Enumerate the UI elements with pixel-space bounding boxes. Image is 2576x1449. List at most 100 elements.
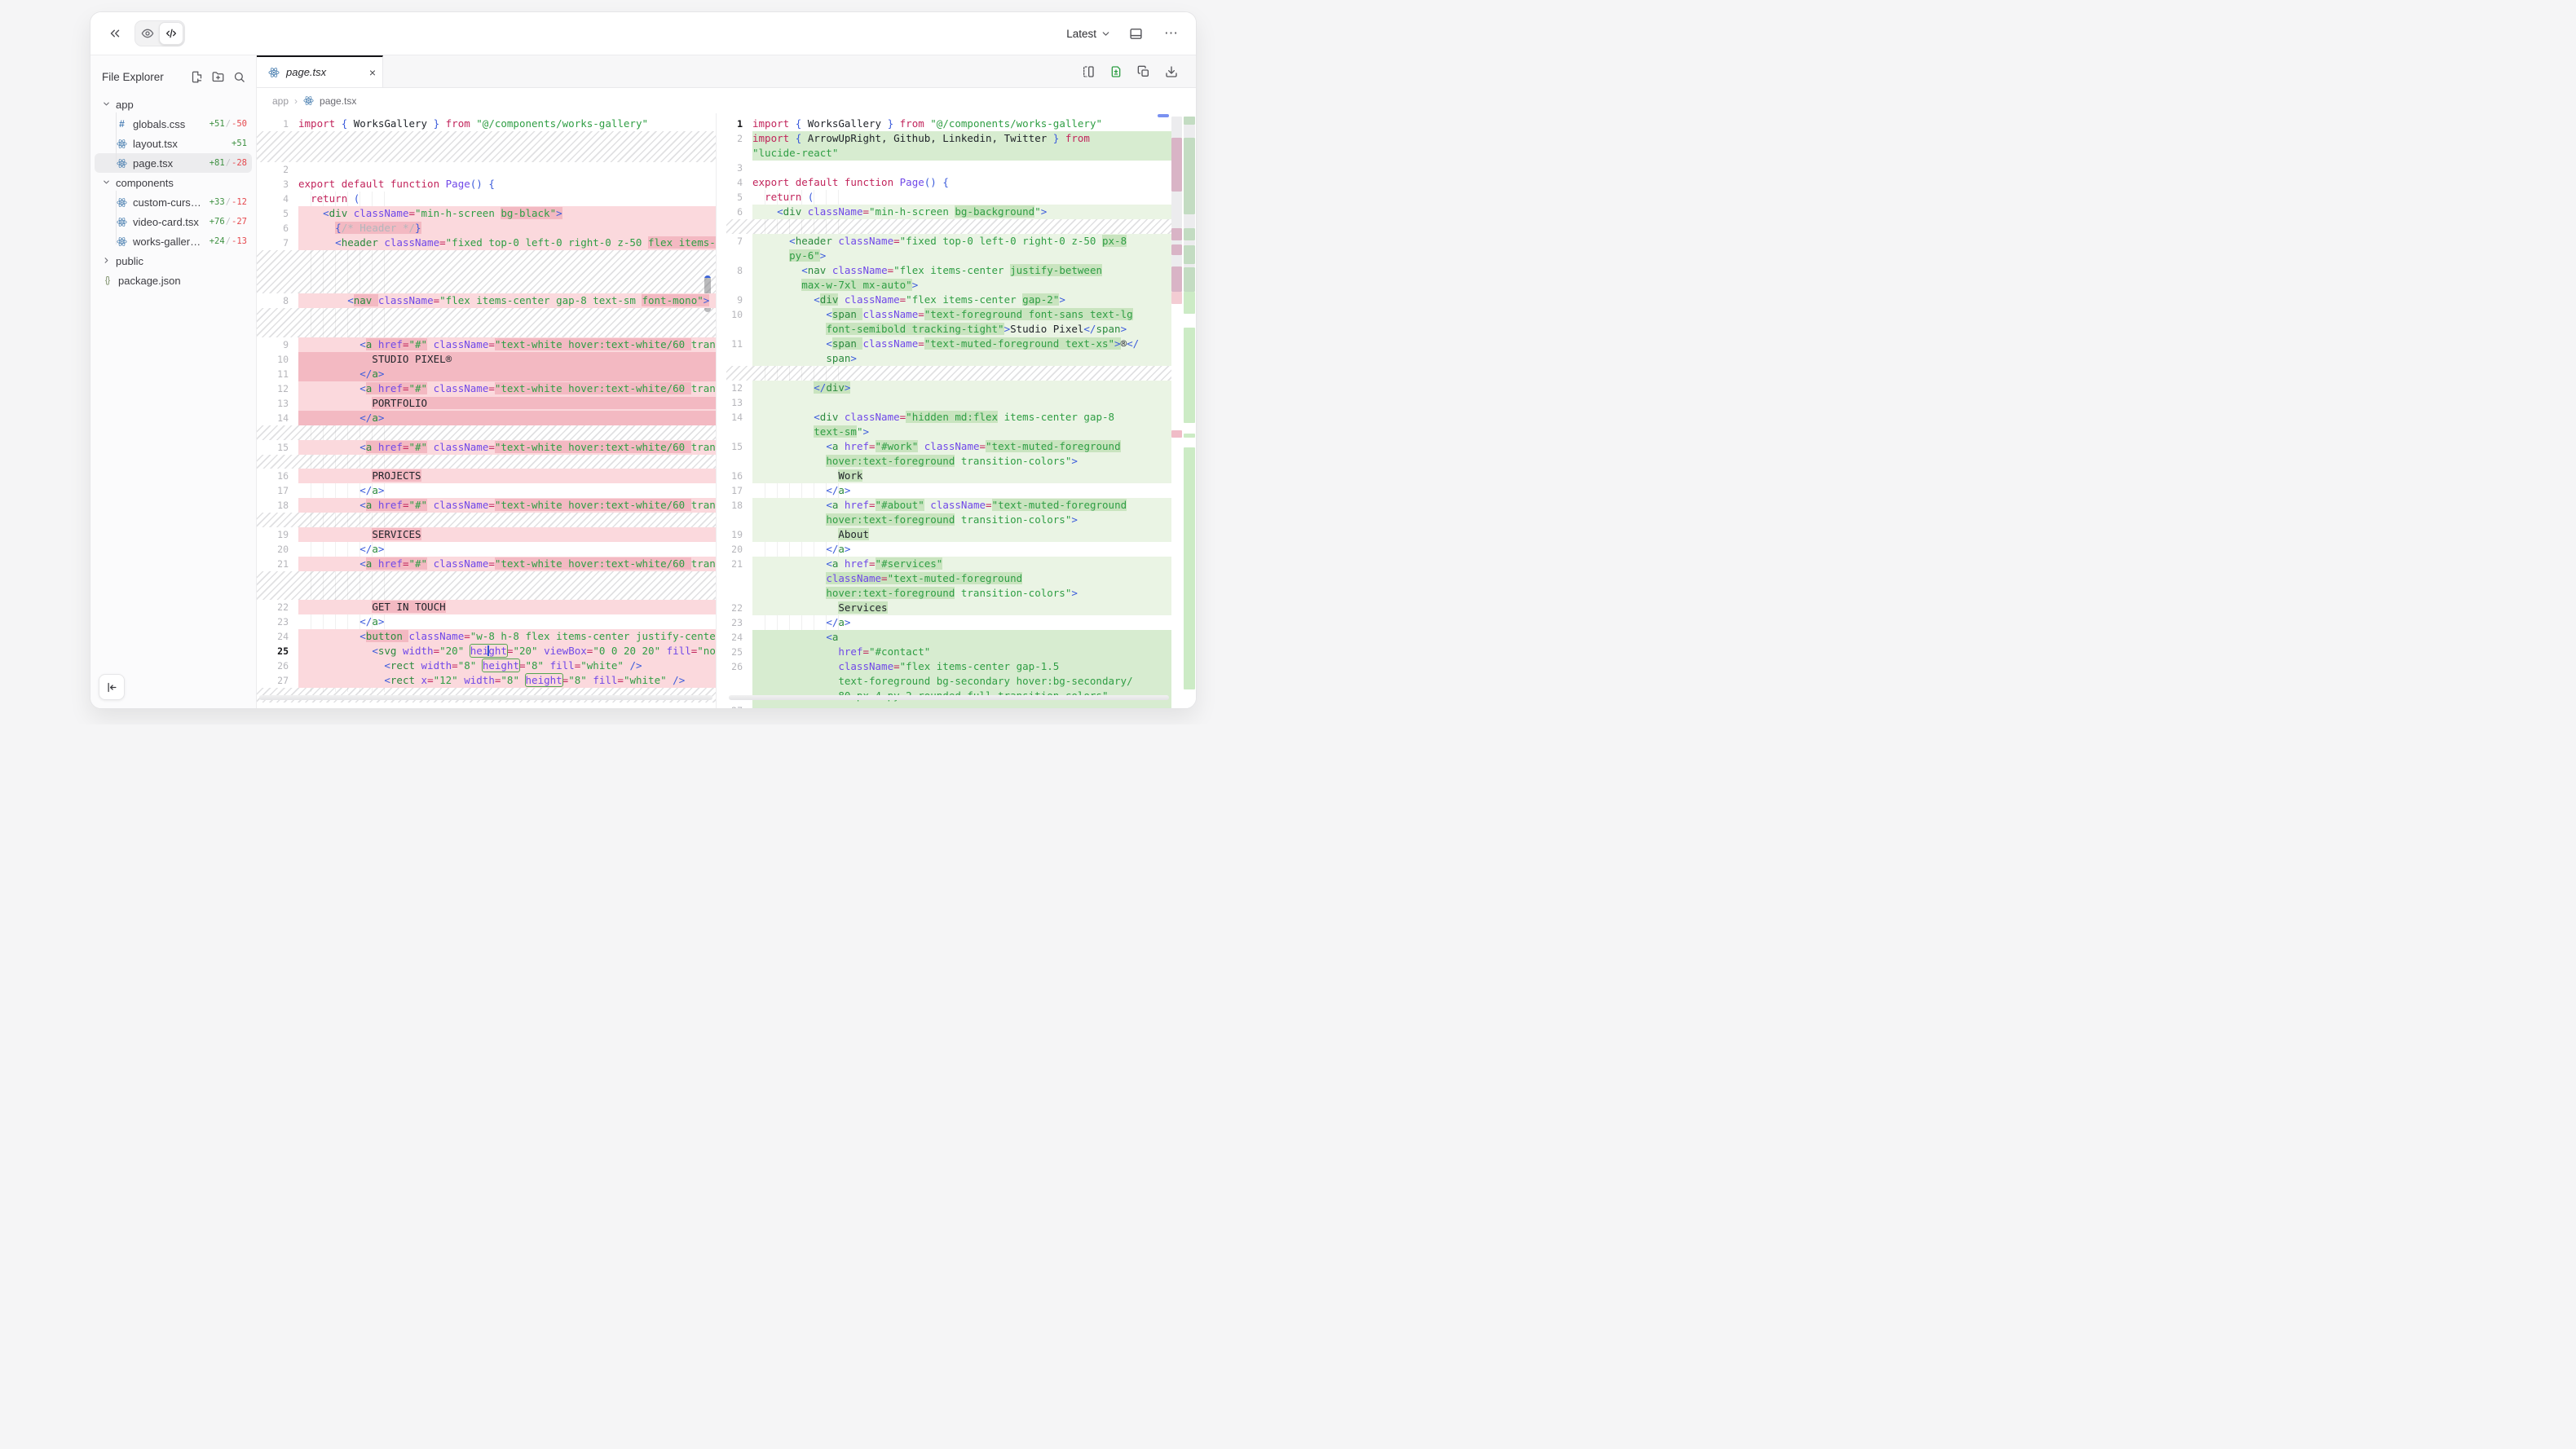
sidebar-item-components[interactable]: components	[95, 173, 252, 192]
new-file-button[interactable]	[187, 68, 205, 86]
code-line[interactable]: 2import { ArrowUpRight, Github, Linkedin…	[726, 131, 1171, 146]
sidebar-item-page.tsx[interactable]: page.tsx+81/-28	[95, 153, 252, 173]
code-line[interactable]: 4export default function Page() {	[726, 175, 1171, 190]
code-line[interactable]: 16 Work	[726, 469, 1171, 483]
search-button[interactable]	[230, 68, 248, 86]
code-line[interactable]: 3export default function Page() {	[257, 177, 716, 192]
right-pane-hscrollbar[interactable]	[729, 695, 1169, 700]
code-line[interactable]: 13 PORTFOLIO	[257, 396, 716, 411]
diff-map-block	[1171, 228, 1182, 240]
copy-code-button[interactable]	[1132, 60, 1155, 83]
code-line[interactable]: 8 <nav className="flex items-center just…	[726, 263, 1171, 278]
code-line[interactable]: 19 SERVICES	[257, 527, 716, 542]
code-line[interactable]: 27 <rect x="12" width="8" height="8" fil…	[257, 673, 716, 688]
code-line[interactable]: 21 <a href="#services"	[726, 557, 1171, 571]
code-line[interactable]: 27 >	[726, 703, 1171, 708]
code-line[interactable]: 7 <header className="fixed top-0 left-0 …	[726, 234, 1171, 249]
sidebar-item-layout.tsx[interactable]: layout.tsx+51	[95, 134, 252, 153]
sidebar-item-works-galler-[interactable]: works-galler…+24/-13	[95, 231, 252, 251]
code-line[interactable]: text-sm">	[726, 425, 1171, 439]
code-line[interactable]: 10 STUDIO PIXEL®	[257, 352, 716, 367]
code-line[interactable]: 23 </a>	[257, 614, 716, 629]
code-line[interactable]: 6 {/* Header */}	[257, 221, 716, 236]
diff-view-button[interactable]	[1105, 60, 1127, 83]
code-line[interactable]: 7 <header className="fixed top-0 left-0 …	[257, 236, 716, 250]
code-line[interactable]: 14 </a>	[257, 411, 716, 425]
code-line[interactable]: 22 Services	[726, 601, 1171, 615]
code-line[interactable]: 15 <a href="#work" className="text-muted…	[726, 439, 1171, 454]
code-line[interactable]: className="text-muted-foreground	[726, 571, 1171, 586]
code-line[interactable]: 20 </a>	[726, 542, 1171, 557]
preview-toggle-button[interactable]	[136, 23, 159, 44]
more-options-button[interactable]: ⋯	[1160, 22, 1183, 45]
line-number: 14	[257, 411, 298, 425]
tab-close-icon[interactable]: ×	[369, 66, 376, 79]
version-selector[interactable]: Latest	[1066, 28, 1111, 40]
panel-layout-button[interactable]	[1124, 22, 1147, 45]
left-pane-hscrollbar[interactable]	[259, 695, 712, 700]
code-line[interactable]: hover:text-foreground transition-colors"…	[726, 454, 1171, 469]
code-line[interactable]: span>	[726, 351, 1171, 366]
code-line[interactable]: 26 className="flex items-center gap-1.5	[726, 659, 1171, 674]
code-line[interactable]: 15 <a href="#" className="text-white hov…	[257, 440, 716, 455]
code-line[interactable]: 5 <div className="min-h-screen bg-black"…	[257, 206, 716, 221]
code-line[interactable]: 11 <span className="text-muted-foregroun…	[726, 337, 1171, 351]
code-line[interactable]: max-w-7xl mx-auto">	[726, 278, 1171, 293]
split-view-button[interactable]	[1077, 60, 1100, 83]
code-line[interactable]: 6 <div className="min-h-screen bg-backgr…	[726, 205, 1171, 219]
code-line[interactable]: 4 return (	[257, 192, 716, 206]
code-line[interactable]: 10 <span className="text-foreground font…	[726, 307, 1171, 322]
breadcrumb-folder[interactable]: app	[272, 95, 289, 107]
collapse-panel-button[interactable]	[99, 674, 125, 700]
code-line[interactable]: 20 </a>	[257, 542, 716, 557]
diff-map-block	[1171, 192, 1182, 228]
code-line[interactable]: 9 <div className="flex items-center gap-…	[726, 293, 1171, 307]
tab-page-tsx[interactable]: page.tsx ×	[257, 55, 383, 87]
code-line[interactable]: 18 <a href="#" className="text-white hov…	[257, 498, 716, 513]
download-button[interactable]	[1160, 60, 1183, 83]
code-line[interactable]: 8 <nav className="flex items-center gap-…	[257, 293, 716, 308]
sidebar-item-custom-curs-[interactable]: custom-curs…+33/-12	[95, 192, 252, 212]
code-line[interactable]: 17 </a>	[726, 483, 1171, 498]
code-line[interactable]: 21 <a href="#" className="text-white hov…	[257, 557, 716, 571]
code-line[interactable]: 5 return (	[726, 190, 1171, 205]
sidebar-item-app[interactable]: app	[95, 95, 252, 114]
code-line[interactable]: 26 <rect width="8" height="8" fill="whit…	[257, 658, 716, 673]
code-line[interactable]: 18 <a href="#about" className="text-mute…	[726, 498, 1171, 513]
code-line[interactable]: font-semibold tracking-tight">Studio Pix…	[726, 322, 1171, 337]
code-line[interactable]: hover:text-foreground transition-colors"…	[726, 513, 1171, 527]
code-line[interactable]: text-foreground bg-secondary hover:bg-se…	[726, 674, 1171, 689]
code-line[interactable]: 9 <a href="#" className="text-white hove…	[257, 337, 716, 352]
code-line[interactable]: hover:text-foreground transition-colors"…	[726, 586, 1171, 601]
code-line[interactable]: 16 PROJECTS	[257, 469, 716, 483]
code-line[interactable]: 1import { WorksGallery } from "@/compone…	[257, 117, 716, 131]
code-line[interactable]: 1import { WorksGallery } from "@/compone…	[726, 117, 1171, 131]
code-line[interactable]: "lucide-react"	[726, 146, 1171, 161]
code-line[interactable]: 25 href="#contact"	[726, 645, 1171, 659]
code-line[interactable]: py-6">	[726, 249, 1171, 263]
code-line[interactable]: 14 <div className="hidden md:flex items-…	[726, 410, 1171, 425]
code-line[interactable]: 11 </a>	[257, 367, 716, 381]
sidebar-item-globals.css[interactable]: #globals.css+51/-50	[95, 114, 252, 134]
code-line[interactable]: 13	[726, 395, 1171, 410]
code-line[interactable]: 17 </a>	[257, 483, 716, 498]
diff-pane-original[interactable]: 1import { WorksGallery } from "@/compone…	[257, 113, 717, 708]
sidebar-item-public[interactable]: public	[95, 251, 252, 271]
code-line[interactable]: 12 <a href="#" className="text-white hov…	[257, 381, 716, 396]
code-line[interactable]: 23 </a>	[726, 615, 1171, 630]
sidebar-item-video-card.tsx[interactable]: video-card.tsx+76/-27	[95, 212, 252, 231]
code-line[interactable]: 22 GET IN TOUCH	[257, 600, 716, 614]
code-line[interactable]: 3	[726, 161, 1171, 175]
code-line[interactable]: 12 </div>	[726, 381, 1171, 395]
code-toggle-button[interactable]	[159, 22, 183, 45]
diff-pane-modified[interactable]: 1import { WorksGallery } from "@/compone…	[726, 113, 1171, 708]
new-folder-button[interactable]	[209, 68, 227, 86]
code-line[interactable]: 24 <a	[726, 630, 1171, 645]
sidebar-item-package.json[interactable]: {}package.json	[95, 271, 252, 290]
line-number	[726, 278, 752, 293]
code-line[interactable]: 19 About	[726, 527, 1171, 542]
code-line[interactable]: 2	[257, 162, 716, 177]
collapse-sidebar-button[interactable]	[104, 22, 126, 45]
code-line[interactable]: 25 <svg width="20" height="20" viewBox="…	[257, 644, 716, 658]
code-line[interactable]: 24 <button className="w-8 h-8 flex items…	[257, 629, 716, 644]
